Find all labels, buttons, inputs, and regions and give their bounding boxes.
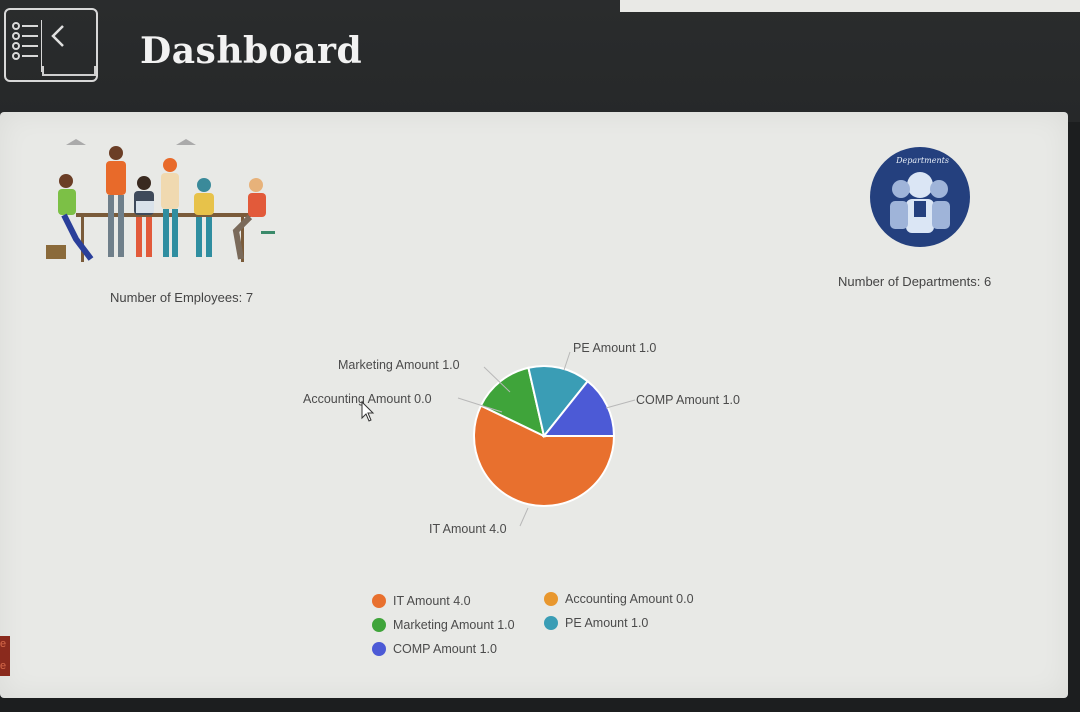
employees-count-label: Number of Employees: 7	[110, 290, 254, 305]
pie-label-marketing: Marketing Amount 1.0	[338, 358, 460, 372]
departments-count-label: Number of Departments: 6	[838, 274, 992, 289]
legend-swatch-accounting	[544, 592, 558, 606]
legend-label-it: IT Amount 4.0	[393, 594, 471, 608]
legend-label-comp: COMP Amount 1.0	[393, 642, 497, 656]
legend-label-marketing: Marketing Amount 1.0	[393, 618, 515, 632]
chevron-left-icon	[51, 25, 64, 47]
legend-swatch-it	[372, 594, 386, 608]
pie-label-comp: COMP Amount 1.0	[636, 393, 740, 407]
legend-label-accounting: Accounting Amount 0.0	[565, 592, 694, 606]
pie-leader-line-pe	[563, 351, 571, 371]
top-bright-strip	[620, 0, 1080, 12]
pie-leader-line-it	[519, 507, 529, 527]
legend-item-comp: COMP Amount 1.0	[372, 642, 497, 656]
departments-caption: Departments	[896, 156, 949, 165]
legend-swatch-marketing	[372, 618, 386, 632]
legend-label-pe: PE Amount 1.0	[565, 616, 649, 630]
mouse-cursor-icon	[361, 400, 375, 422]
list-icon	[12, 20, 42, 72]
pie-label-pe: PE Amount 1.0	[573, 341, 657, 355]
legend-item-accounting: Accounting Amount 0.0	[544, 592, 694, 606]
header-bar: Dashboard	[0, 0, 1080, 122]
page-title: Dashboard	[140, 30, 363, 72]
employees-illustration	[46, 139, 275, 262]
left-edge-text-1: e	[0, 638, 7, 650]
pie-leader-line-comp	[605, 399, 636, 409]
legend-swatch-pe	[544, 616, 558, 630]
left-edge-text-2: e	[0, 660, 7, 672]
legend-item-it: IT Amount 4.0	[372, 594, 471, 608]
tray-icon	[42, 66, 96, 76]
pie-chart: Marketing Amount 1.0 Accounting Amount 0…	[280, 330, 780, 565]
legend-item-marketing: Marketing Amount 1.0	[372, 618, 515, 632]
legend-swatch-comp	[372, 642, 386, 656]
app-window: Dashboard Number of Employees: 7 Departm…	[0, 0, 1080, 712]
pie-label-it: IT Amount 4.0	[429, 522, 507, 536]
chart-legend: IT Amount 4.0 Accounting Amount 0.0 Mark…	[360, 586, 714, 666]
menu-toggle-button[interactable]	[4, 8, 98, 82]
legend-item-pe: PE Amount 1.0	[544, 616, 648, 630]
